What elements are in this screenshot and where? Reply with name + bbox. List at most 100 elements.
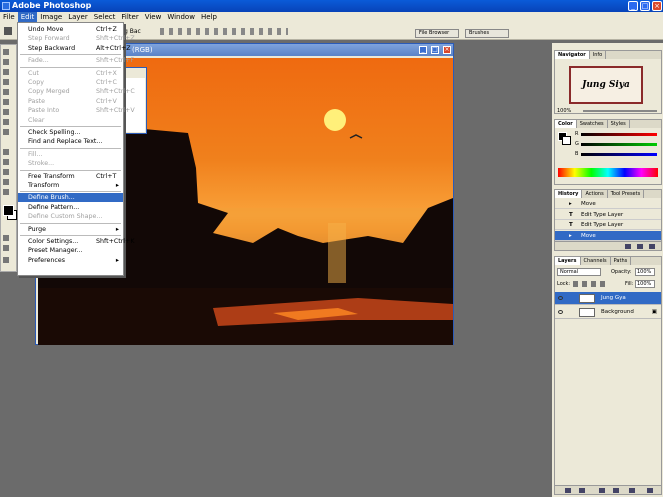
visibility-eye-icon[interactable] xyxy=(558,296,563,300)
edit-menu-item[interactable]: Purge ▸ xyxy=(18,225,123,234)
green-slider[interactable] xyxy=(581,143,657,146)
doc-maximize-button[interactable]: □ xyxy=(431,46,439,54)
edit-menu-item: Fade... Shft+Ctrl+F xyxy=(18,56,134,65)
color-tab-0[interactable]: Color xyxy=(555,120,577,128)
history-tab-0[interactable]: History xyxy=(555,190,583,198)
edit-menu-item: Stroke... xyxy=(18,159,123,168)
zoom-slider[interactable] xyxy=(583,110,657,112)
history-item[interactable]: ▸ Move xyxy=(555,230,661,241)
crop-tool-icon[interactable] xyxy=(3,69,9,75)
visibility-eye-icon[interactable] xyxy=(558,310,563,314)
brush-tool-icon[interactable] xyxy=(3,89,9,95)
color-tab-1[interactable]: Swatches xyxy=(577,120,608,128)
layers-tab-2[interactable]: Paths xyxy=(611,257,632,265)
edit-menu-item[interactable]: Transform ▸ xyxy=(18,181,123,190)
foreground-color-swatch[interactable] xyxy=(3,205,14,216)
menu-help[interactable]: Help xyxy=(198,12,220,23)
menu-item-shortcut: Ctrl+T xyxy=(96,172,117,180)
lasso-tool-icon[interactable] xyxy=(3,59,9,65)
navigator-tab-0[interactable]: Navigator xyxy=(555,51,590,59)
edit-menu-item[interactable]: Check Spelling... xyxy=(18,128,123,137)
edit-menu-item[interactable]: Find and Replace Text... xyxy=(18,137,123,146)
edit-menu-item[interactable]: Preset Manager... xyxy=(18,246,123,255)
healing-brush-icon[interactable] xyxy=(3,79,9,85)
new-document-icon[interactable] xyxy=(625,244,631,249)
color-tab-2[interactable]: Styles xyxy=(608,120,630,128)
marquee-tool-icon[interactable] xyxy=(3,49,9,55)
jump-to-imageready-icon[interactable] xyxy=(3,257,9,263)
edit-menu-item: Copy Merged Shft+Ctrl+C xyxy=(18,87,135,96)
menu-item-shortcut: Alt+Ctrl+Z xyxy=(96,44,131,52)
hand-tool-icon[interactable] xyxy=(3,179,9,185)
layers-tab-0[interactable]: Layers xyxy=(555,257,581,265)
menu-separator xyxy=(20,169,121,171)
path-selection-icon[interactable] xyxy=(3,149,9,155)
title-bar: Adobe Photoshop xyxy=(0,0,663,12)
history-item[interactable]: ▸ Move xyxy=(555,199,661,209)
edit-menu-item[interactable]: Step Backward Alt+Ctrl+Z xyxy=(18,44,131,53)
menu-item-label: Undo Move xyxy=(28,26,64,33)
maximize-button[interactable]: □ xyxy=(640,1,650,11)
dock-tab-0[interactable]: File Browser xyxy=(415,29,459,38)
edit-menu-item[interactable]: Define Pattern... xyxy=(18,203,123,212)
new-layer-icon[interactable] xyxy=(629,488,635,493)
history-tab-1[interactable]: Actions xyxy=(582,190,608,198)
red-slider[interactable] xyxy=(581,133,657,136)
zoom-value[interactable]: 100% xyxy=(557,108,571,114)
menu-file[interactable]: File xyxy=(0,12,18,23)
navigator-tab-1[interactable]: Info xyxy=(590,51,607,59)
layer-row[interactable]: Jung Gya xyxy=(555,292,661,305)
layer-style-icon[interactable] xyxy=(565,488,571,493)
edit-menu-item[interactable]: Preferences ▸ xyxy=(18,256,123,265)
menu-item-shortcut: Ctrl+Z xyxy=(96,26,117,33)
dock-tab-1[interactable]: Brushes xyxy=(465,29,509,38)
history-tab-2[interactable]: Tool Presets xyxy=(608,190,645,198)
dodge-tool-icon[interactable] xyxy=(3,129,9,135)
menu-view[interactable]: View xyxy=(142,12,165,23)
zoom-tool-icon[interactable] xyxy=(3,189,9,195)
opacity-field[interactable]: 100% xyxy=(635,268,655,276)
stamp-tool-icon[interactable] xyxy=(3,99,9,105)
color-tabs: Color Swatches Styles xyxy=(555,120,661,128)
adjustment-layer-icon[interactable] xyxy=(613,488,619,493)
blue-slider[interactable] xyxy=(581,153,657,156)
gradient-tool-icon[interactable] xyxy=(3,119,9,125)
trash-icon[interactable] xyxy=(649,244,655,249)
edit-menu-item[interactable]: Define Brush... xyxy=(18,193,123,203)
menu-item-label: Check Spelling... xyxy=(28,129,81,136)
layers-footer xyxy=(555,485,661,494)
move-tool-preset-icon[interactable] xyxy=(4,27,12,35)
doc-close-button[interactable]: × xyxy=(443,46,451,54)
new-snapshot-icon[interactable] xyxy=(637,244,643,249)
menu-item-label: Step Backward xyxy=(28,44,76,52)
align-buttons[interactable] xyxy=(160,28,288,35)
layer-mask-icon[interactable] xyxy=(579,488,585,493)
blend-mode-select[interactable]: Normal xyxy=(557,268,601,276)
close-button[interactable]: × xyxy=(652,1,662,11)
edit-menu-item[interactable]: Color Settings... Shft+Ctrl+K xyxy=(18,237,134,246)
quick-mask-icon[interactable] xyxy=(3,235,9,241)
new-set-icon[interactable] xyxy=(599,488,605,493)
menu-item-label: Copy xyxy=(28,79,44,86)
pen-tool-icon[interactable] xyxy=(3,159,9,165)
screen-mode-icon[interactable] xyxy=(3,245,9,251)
menu-item-shortcut: Ctrl+C xyxy=(96,79,117,86)
edit-menu-item[interactable]: Free Transform Ctrl+T xyxy=(18,172,123,181)
menu-window[interactable]: Window xyxy=(164,12,198,23)
layers-tab-1[interactable]: Channels xyxy=(581,257,611,265)
edit-menu-item[interactable]: Undo Move Ctrl+Z xyxy=(18,25,123,34)
doc-minimize-button[interactable]: _ xyxy=(419,46,427,54)
menu-item-shortcut: Shft+Ctrl+F xyxy=(96,57,134,65)
notes-tool-icon[interactable] xyxy=(3,169,9,175)
color-ramp[interactable] xyxy=(558,168,658,177)
history-item-label: Edit Type Layer xyxy=(581,211,624,218)
eraser-tool-icon[interactable] xyxy=(3,109,9,115)
history-item[interactable]: T Edit Type Layer xyxy=(555,210,661,220)
fill-field[interactable]: 100% xyxy=(635,280,655,288)
layer-row[interactable]: Background ▣ xyxy=(555,306,661,319)
history-item[interactable]: T Edit Type Layer xyxy=(555,220,661,230)
minimize-button[interactable]: _ xyxy=(628,1,638,11)
delete-layer-icon[interactable] xyxy=(647,488,653,493)
lock-icons[interactable] xyxy=(573,281,605,287)
color-bg-swatch[interactable] xyxy=(562,136,571,145)
